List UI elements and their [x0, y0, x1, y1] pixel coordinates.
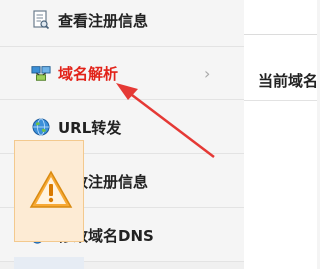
warning-box [14, 140, 84, 242]
sidebar-item-label: URL转发 [58, 118, 122, 137]
page-title: 当前域名 [258, 72, 319, 90]
sidebar-item-label: 域名解析 [58, 64, 119, 83]
dns-resolve-icon [31, 63, 51, 83]
sidebar-item-view-registration[interactable]: 查看注册信息 [0, 0, 244, 47]
content-strip [14, 257, 84, 269]
globe-icon [31, 117, 51, 137]
divider [244, 34, 317, 35]
document-view-icon [31, 10, 51, 30]
warning-icon [29, 169, 73, 213]
chevron-right-icon: › [204, 63, 211, 83]
main-panel: 当前域名 [244, 0, 319, 269]
sidebar-item-label: 查看注册信息 [58, 11, 149, 30]
divider [244, 100, 317, 101]
sidebar-item-dns-resolve[interactable]: 域名解析 › [0, 47, 244, 100]
